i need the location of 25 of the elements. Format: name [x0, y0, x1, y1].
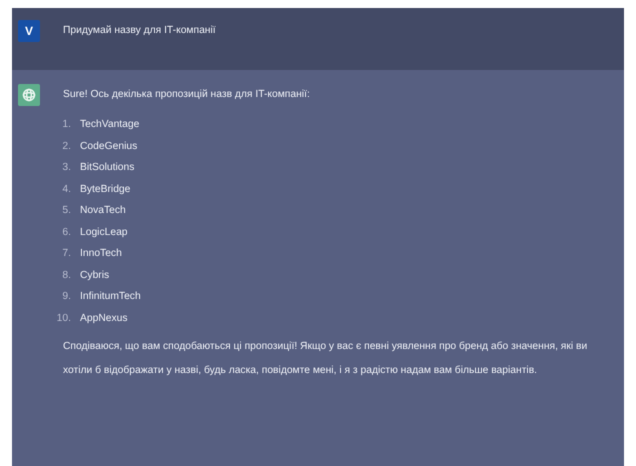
list-number: 8.: [61, 270, 71, 281]
list-number: 4.: [61, 184, 71, 195]
company-name: CodeGenius: [80, 140, 138, 152]
list-number: 10.: [56, 312, 71, 324]
company-name: LogicLeap: [80, 226, 128, 238]
company-name: NovaTech: [80, 205, 126, 216]
company-name: BitSolutions: [80, 162, 134, 174]
company-name: TechVantage: [80, 119, 140, 130]
list-number: 2.: [61, 140, 71, 152]
company-name: InnoTech: [80, 248, 122, 260]
user-avatar: V: [18, 20, 40, 42]
assistant-logo-icon: [18, 84, 40, 106]
list-number: 3.: [61, 162, 71, 174]
message-text: Sure! Ось декілька пропозицій назв для IT-компанії:: [63, 88, 311, 102]
list-number: 6.: [61, 226, 71, 238]
list-number: 9.: [61, 291, 71, 302]
company-name: InfinitumTech: [80, 291, 141, 302]
company-name: ByteBridge: [80, 184, 130, 195]
list-number: 7.: [61, 248, 71, 260]
message-text: Сподіваюся, що вам сподобаються ці пропозиції! Якщо у вас є певні уявлення про бренд або значення, які ви хотіли б відображати у назві, будь ласка, повідомте мені, і я з радістю надам вам більше варіантів.: [63, 340, 588, 378]
message-text: Придумай назву для IT-компанії: [63, 24, 217, 38]
company-name: Cybris: [80, 270, 110, 281]
company-name: AppNexus: [80, 312, 128, 324]
list-number: 1.: [61, 119, 71, 130]
list-number: 5.: [61, 205, 71, 216]
